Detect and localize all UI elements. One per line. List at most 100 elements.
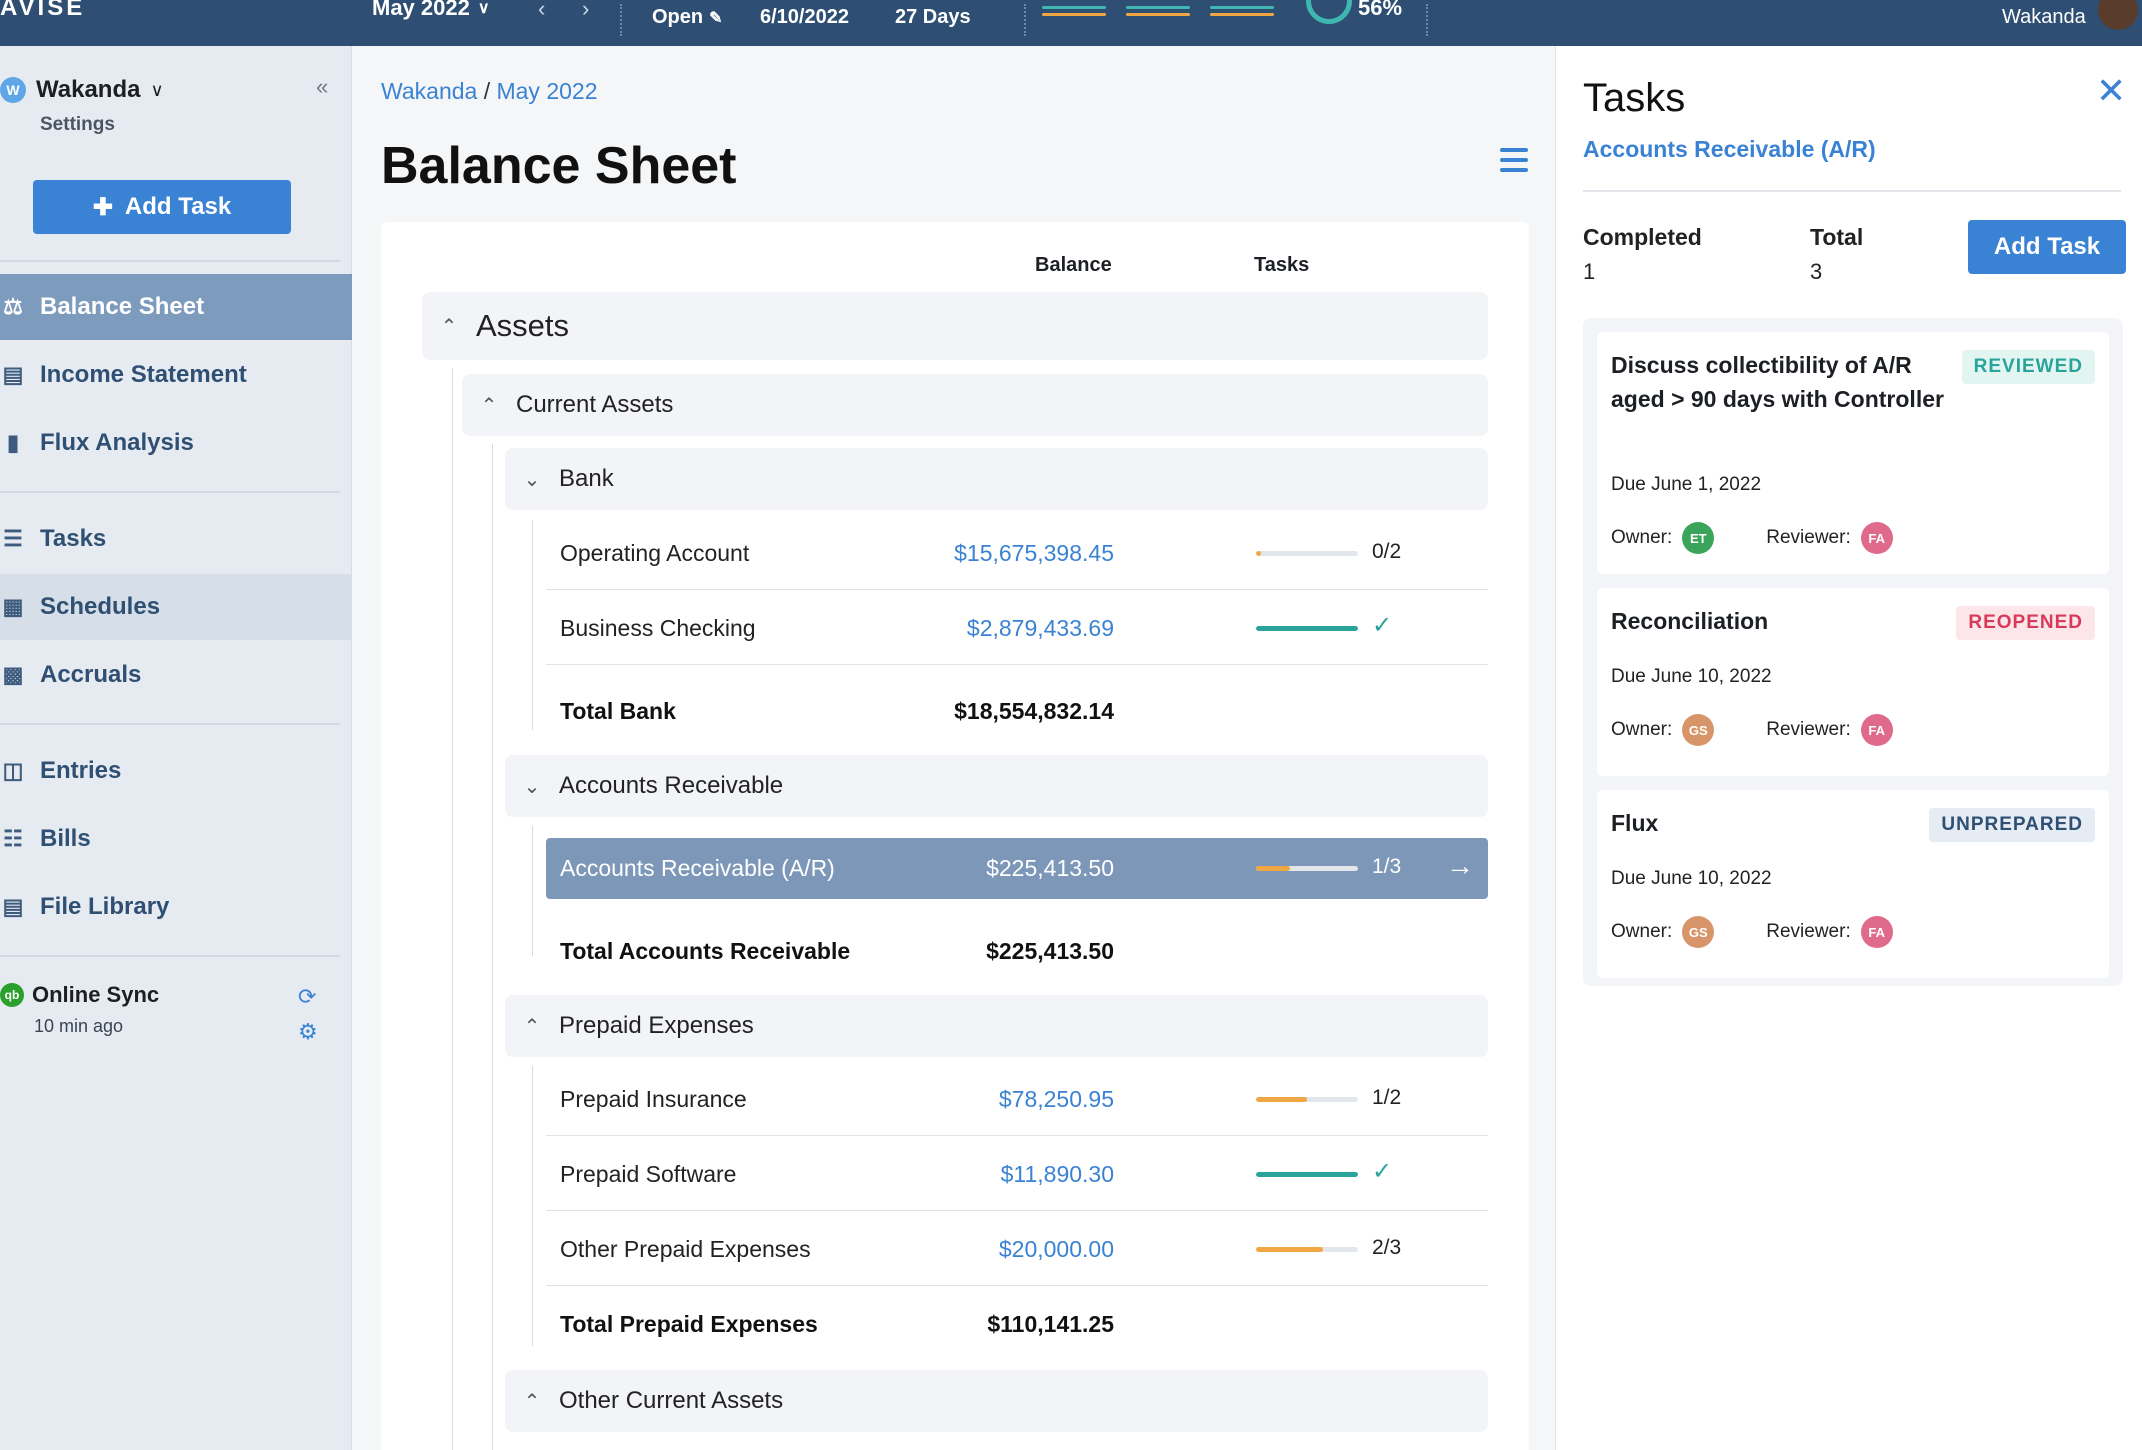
chevron-up-icon: ⌃: [523, 1015, 541, 1038]
row-balance[interactable]: $78,250.95: [999, 1086, 1114, 1113]
checklist-icon: ☰: [3, 526, 23, 551]
row-balance[interactable]: $15,675,398.45: [954, 540, 1114, 567]
reviewer-avatar[interactable]: FA: [1860, 522, 1893, 554]
collapse-sidebar-icon[interactable]: «: [316, 74, 328, 100]
sidebar-item-balance-sheet[interactable]: ⚖ Balance Sheet: [0, 274, 352, 340]
org-name: Wakanda: [36, 76, 141, 103]
progress-bar-group: [1126, 6, 1190, 16]
task-due-date: Due June 1, 2022: [1611, 474, 1762, 495]
sidebar-item-label: Flux Analysis: [40, 429, 194, 456]
breadcrumb-org[interactable]: Wakanda: [381, 78, 477, 104]
task-progress-bar: [1256, 626, 1358, 631]
group-accounts-receivable[interactable]: ⌄ Accounts Receivable: [505, 755, 1488, 817]
chevron-down-icon: ⌄: [523, 468, 541, 491]
status-badge: UNPREPARED: [1929, 808, 2095, 842]
pencil-icon[interactable]: ✎: [709, 8, 722, 28]
reviewer-avatar[interactable]: FA: [1860, 916, 1893, 948]
add-task-label: Add Task: [124, 193, 232, 220]
org-switcher[interactable]: W Wakanda ∨: [0, 76, 164, 104]
owner-avatar[interactable]: GS: [1682, 916, 1715, 948]
close-icon[interactable]: ✕: [2096, 70, 2126, 112]
sidebar-item-label: Income Statement: [40, 361, 247, 388]
chevron-down-icon: ∨: [150, 79, 164, 100]
sidebar-item-flux-analysis[interactable]: ▮ Flux Analysis: [0, 410, 352, 476]
refresh-icon[interactable]: ⟳: [298, 984, 316, 1010]
breadcrumb-period[interactable]: May 2022: [496, 78, 597, 104]
quickbooks-icon: qb: [0, 983, 24, 1007]
sidebar-item-schedules[interactable]: ▦ Schedules: [0, 574, 352, 640]
sidebar-item-label: File Library: [40, 893, 170, 920]
task-people: Owner: GS Reviewer: FA: [1611, 916, 1893, 948]
next-period-icon[interactable]: ›: [582, 0, 589, 22]
task-count: 1/2: [1372, 1086, 1402, 1109]
group-other-current-assets[interactable]: ⌃ Other Current Assets: [505, 1370, 1488, 1432]
sidebar-item-bills[interactable]: ☷ Bills: [0, 806, 352, 872]
period-label: May 2022: [372, 0, 470, 20]
row-balance[interactable]: $225,413.50: [986, 855, 1114, 882]
group-assets[interactable]: ⌃ Assets: [422, 292, 1488, 360]
previous-period-icon[interactable]: ‹: [538, 0, 545, 22]
table-row[interactable]: Prepaid Software $11,890.30 ✓: [546, 1139, 1488, 1211]
table-row-selected[interactable]: Accounts Receivable (A/R) $225,413.50 1/…: [546, 838, 1488, 899]
status-badge: REVIEWED: [1961, 350, 2095, 384]
panel-account-link[interactable]: Accounts Receivable (A/R): [1583, 136, 1876, 163]
group-current-assets[interactable]: ⌃ Current Assets: [462, 374, 1488, 436]
total-row: Total Prepaid Expenses $110,141.25: [546, 1289, 1488, 1361]
sidebar-item-tasks[interactable]: ☰ Tasks: [0, 506, 352, 572]
total-row: Total Bank $18,554,832.14: [546, 676, 1488, 748]
row-balance[interactable]: $20,000.00: [999, 1236, 1114, 1263]
owner-avatar[interactable]: GS: [1682, 714, 1715, 746]
arrow-right-icon[interactable]: →: [1446, 850, 1474, 882]
table-row[interactable]: Business Checking $2,879,433.69 ✓: [546, 593, 1488, 665]
sidebar-item-accruals[interactable]: ▩ Accruals: [0, 642, 352, 708]
total-label: Total Bank: [560, 698, 676, 724]
total-label: Total Accounts Receivable: [560, 938, 851, 964]
total-balance: $18,554,832.14: [954, 698, 1114, 724]
group-label: Prepaid Expenses: [559, 1012, 754, 1039]
task-progress-bar: [1256, 1247, 1358, 1252]
owner-avatar[interactable]: ET: [1682, 522, 1715, 554]
user-name[interactable]: Wakanda: [2002, 6, 2086, 29]
tree-line: [452, 368, 453, 1450]
total-balance: $110,141.25: [987, 1311, 1114, 1337]
row-balance[interactable]: $2,879,433.69: [967, 615, 1114, 642]
add-task-button[interactable]: ✚ Add Task: [33, 180, 291, 234]
total-balance: $225,413.50: [986, 938, 1114, 964]
avatar[interactable]: [2098, 0, 2138, 30]
owner-label: Owner:: [1611, 527, 1673, 548]
task-title: Discuss collectibility of A/R aged > 90 …: [1611, 352, 1944, 412]
gear-icon[interactable]: ⚙: [298, 1019, 318, 1045]
tasks-panel: Tasks ✕ Accounts Receivable (A/R) Comple…: [1555, 46, 2142, 1450]
task-card[interactable]: Reconciliation REOPENED Due June 10, 202…: [1597, 588, 2109, 776]
reviewer-avatar[interactable]: FA: [1860, 714, 1893, 746]
chevron-down-icon: ⌄: [523, 775, 541, 798]
task-due-date: Due June 10, 2022: [1611, 868, 1772, 889]
close-status[interactable]: Open ✎: [652, 6, 723, 29]
sidebar-item-label: Bills: [40, 825, 91, 852]
menu-icon[interactable]: [1500, 148, 1528, 172]
task-card[interactable]: Flux UNPREPARED Due June 10, 2022 Owner:…: [1597, 790, 2109, 978]
sidebar-item-label: Tasks: [40, 525, 107, 552]
table-row[interactable]: Prepaid Insurance $78,250.95 1/2: [546, 1064, 1488, 1136]
scale-icon: ⚖: [3, 294, 23, 319]
table-row[interactable]: Other Prepaid Expenses $20,000.00 2/3: [546, 1214, 1488, 1286]
close-date: 6/10/2022: [760, 6, 849, 28]
sidebar-item-label: Schedules: [40, 593, 161, 620]
document-icon: ▤: [2, 894, 24, 919]
group-bank[interactable]: ⌄ Bank: [505, 448, 1488, 510]
sidebar-item-file-library[interactable]: ▤ File Library: [0, 874, 352, 940]
task-progress-bar: [1256, 1097, 1358, 1102]
sidebar-item-entries[interactable]: ◫ Entries: [0, 738, 352, 804]
settings-link[interactable]: Settings: [40, 114, 115, 136]
period-selector[interactable]: May 2022 ∨: [372, 0, 490, 21]
row-label: Other Prepaid Expenses: [560, 1236, 811, 1262]
task-card[interactable]: Discuss collectibility of A/R aged > 90 …: [1597, 332, 2109, 574]
group-prepaid-expenses[interactable]: ⌃ Prepaid Expenses: [505, 995, 1488, 1057]
row-label: Prepaid Insurance: [560, 1086, 747, 1112]
row-balance[interactable]: $11,890.30: [1001, 1161, 1114, 1188]
table-row[interactable]: Operating Account $15,675,398.45 0/2: [546, 518, 1488, 590]
sidebar-item-income-statement[interactable]: ▤ Income Statement: [0, 342, 352, 408]
reviewer-label: Reviewer:: [1766, 527, 1851, 548]
completion-percent: 56%: [1358, 0, 1403, 20]
add-task-button[interactable]: Add Task: [1968, 220, 2126, 274]
